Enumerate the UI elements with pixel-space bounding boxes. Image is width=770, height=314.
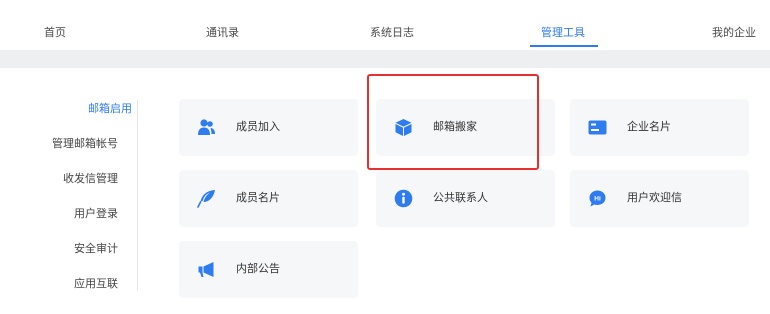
card-internal-announcement[interactable]: 内部公告 bbox=[179, 241, 358, 298]
nav-tab-contacts[interactable]: 通讯录 bbox=[206, 26, 239, 40]
megaphone-icon bbox=[197, 260, 216, 279]
nav-tab-my-company[interactable]: 我的企业 bbox=[712, 26, 756, 40]
sidebar-item-manage-accounts[interactable]: 管理邮箱帐号 bbox=[52, 137, 118, 151]
sidebar-item-mailbox-enable[interactable]: 邮箱启用 bbox=[88, 102, 132, 116]
info-icon bbox=[394, 189, 413, 208]
nav-tab-system-log[interactable]: 系统日志 bbox=[370, 26, 414, 40]
sidebar-divider bbox=[137, 100, 138, 290]
card-label: 企业名片 bbox=[627, 120, 671, 133]
card-company-card[interactable]: 企业名片 bbox=[570, 99, 749, 156]
card-member-card[interactable]: 成员名片 bbox=[179, 170, 358, 227]
sidebar: 邮箱启用 管理邮箱帐号 收发信管理 用户登录 安全审计 应用互联 bbox=[0, 68, 140, 314]
sidebar-item-app-interconnect[interactable]: 应用互联 bbox=[74, 277, 118, 291]
users-icon bbox=[197, 118, 216, 137]
sidebar-item-mail-management[interactable]: 收发信管理 bbox=[63, 172, 118, 186]
chat-hi-icon: Hi bbox=[588, 189, 607, 208]
highlight-box bbox=[367, 74, 539, 170]
card-label: 内部公告 bbox=[236, 262, 280, 275]
active-tab-indicator bbox=[530, 45, 598, 47]
card-user-welcome-letter[interactable]: Hi 用户欢迎信 bbox=[570, 170, 749, 227]
id-card-icon bbox=[588, 118, 607, 137]
svg-text:Hi: Hi bbox=[594, 195, 601, 202]
top-nav: 首页 通讯录 系统日志 管理工具 我的企业 bbox=[0, 0, 770, 50]
card-public-contacts[interactable]: 公共联系人 bbox=[376, 170, 555, 227]
nav-tab-admin-tools[interactable]: 管理工具 bbox=[541, 26, 585, 40]
feather-icon bbox=[197, 189, 216, 208]
card-label: 成员加入 bbox=[236, 120, 280, 133]
card-label: 公共联系人 bbox=[433, 191, 488, 204]
card-member-join[interactable]: 成员加入 bbox=[179, 99, 358, 156]
sidebar-item-security-audit[interactable]: 安全审计 bbox=[74, 242, 118, 256]
sidebar-item-user-login[interactable]: 用户登录 bbox=[74, 207, 118, 221]
card-label: 用户欢迎信 bbox=[627, 191, 682, 204]
nav-tab-home[interactable]: 首页 bbox=[44, 26, 66, 40]
card-label: 成员名片 bbox=[236, 191, 280, 204]
header-separator bbox=[0, 50, 770, 68]
